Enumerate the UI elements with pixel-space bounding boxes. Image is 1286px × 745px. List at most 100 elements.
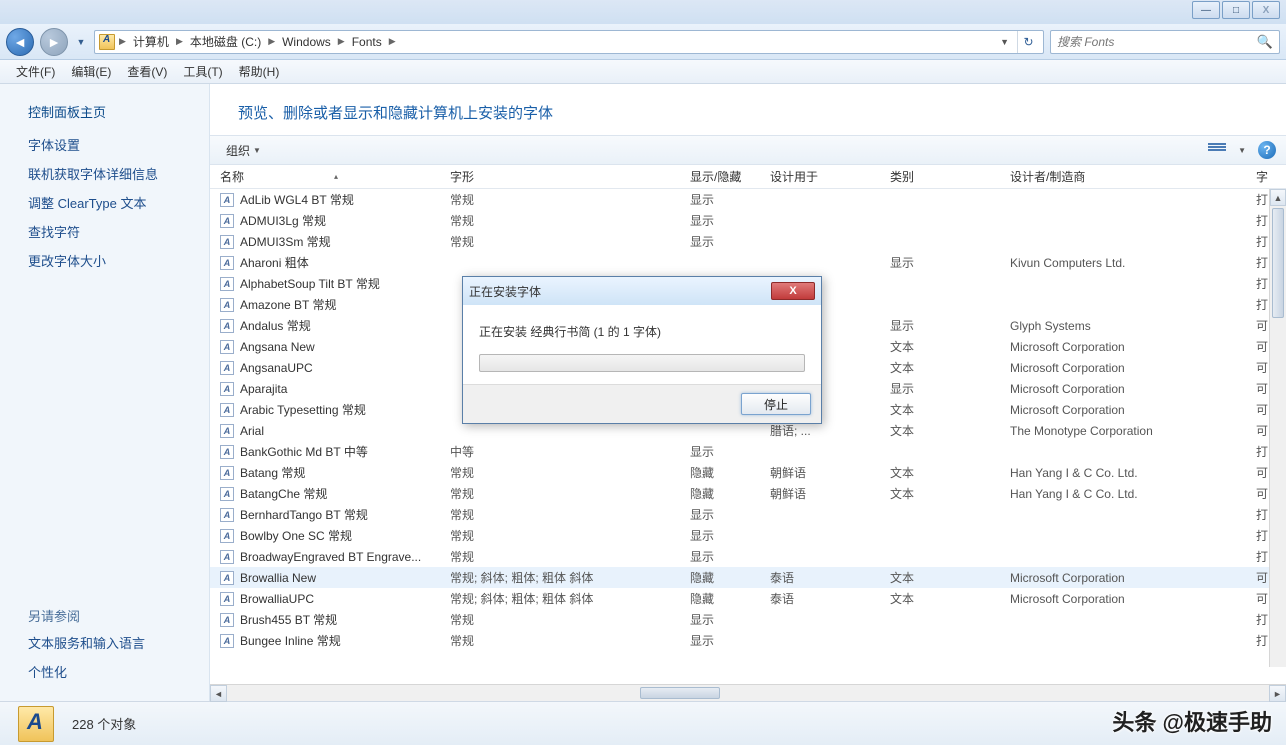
cell-show-hide: 隐藏	[690, 569, 770, 586]
cell-style: 常规	[450, 548, 690, 565]
forward-button[interactable]: ►	[40, 28, 68, 56]
dialog-close-button[interactable]: X	[771, 282, 815, 300]
see-also-heading: 另请参阅	[28, 606, 209, 625]
search-box[interactable]: 🔍	[1050, 30, 1280, 54]
font-row[interactable]: ABatangChe 常规常规隐藏朝鲜语文本Han Yang I & C Co.…	[210, 483, 1286, 504]
address-dropdown[interactable]: ▼	[996, 37, 1013, 47]
breadcrumb[interactable]: 本地磁盘 (C:)	[187, 33, 264, 50]
scroll-up-arrow[interactable]: ▲	[1270, 189, 1286, 206]
cell-designer: Microsoft Corporation	[1010, 361, 1256, 375]
page-title: 预览、删除或者显示和隐藏计算机上安装的字体	[210, 84, 1286, 135]
organize-button[interactable]: 组织▼	[220, 140, 267, 161]
chevron-right-icon[interactable]: ▶	[119, 36, 126, 47]
font-icon: A	[220, 319, 234, 333]
font-row[interactable]: ABatang 常规常规隐藏朝鲜语文本Han Yang I & C Co. Lt…	[210, 462, 1286, 483]
font-name: AngsanaUPC	[240, 361, 313, 375]
help-icon[interactable]: ?	[1258, 141, 1276, 159]
font-row[interactable]: ABrush455 BT 常规常规显示打	[210, 609, 1286, 630]
font-row[interactable]: ABankGothic Md BT 中等中等显示打	[210, 441, 1286, 462]
minimize-button[interactable]: —	[1192, 1, 1220, 19]
cell-show-hide: 显示	[690, 611, 770, 628]
font-icon: A	[220, 298, 234, 312]
column-show-hide[interactable]: 显示/隐藏	[690, 168, 770, 185]
scroll-left-arrow[interactable]: ◄	[210, 685, 227, 702]
column-designer[interactable]: 设计者/制造商	[1010, 168, 1256, 185]
sidebar-link-text-services[interactable]: 文本服务和输入语言	[28, 633, 209, 652]
font-row[interactable]: ABrowalliaUPC常规; 斜体; 粗体; 粗体 斜体隐藏泰语文本Micr…	[210, 588, 1286, 609]
refresh-icon[interactable]: ↻	[1017, 31, 1039, 53]
menu-bar: 文件(F) 编辑(E) 查看(V) 工具(T) 帮助(H)	[0, 60, 1286, 84]
search-input[interactable]	[1057, 35, 1257, 49]
cell-style: 常规; 斜体; 粗体; 粗体 斜体	[450, 569, 690, 586]
back-button[interactable]: ◄	[6, 28, 34, 56]
menu-edit[interactable]: 编辑(E)	[65, 61, 117, 82]
sidebar-link-change-font-size[interactable]: 更改字体大小	[28, 251, 209, 270]
sidebar-link-personalization[interactable]: 个性化	[28, 662, 209, 681]
chevron-right-icon[interactable]: ▶	[338, 36, 345, 47]
breadcrumb[interactable]: Fonts	[349, 35, 385, 49]
vertical-scrollbar[interactable]: ▲	[1269, 189, 1286, 667]
font-row[interactable]: AAdLib WGL4 BT 常规常规显示打	[210, 189, 1286, 210]
font-name: BatangChe 常规	[240, 485, 327, 502]
menu-help[interactable]: 帮助(H)	[233, 61, 286, 82]
font-icon: A	[220, 445, 234, 459]
font-row[interactable]: ABowlby One SC 常规常规显示打	[210, 525, 1286, 546]
dialog-titlebar[interactable]: 正在安装字体 X	[463, 277, 821, 305]
breadcrumb[interactable]: 计算机	[130, 33, 172, 50]
menu-view[interactable]: 查看(V)	[121, 61, 173, 82]
font-row[interactable]: ABungee Inline 常规常规显示打	[210, 630, 1286, 651]
menu-tools[interactable]: 工具(T)	[177, 61, 228, 82]
column-extension[interactable]: 字	[1256, 168, 1286, 185]
cell-style: 常规	[450, 527, 690, 544]
chevron-right-icon[interactable]: ▶	[268, 36, 275, 47]
chevron-down-icon[interactable]: ▼	[1238, 146, 1246, 155]
font-name: ADMUI3Sm 常规	[240, 233, 331, 250]
cell-category: 文本	[890, 401, 1010, 418]
search-icon[interactable]: 🔍	[1257, 34, 1273, 50]
sidebar-link-online-font-info[interactable]: 联机获取字体详细信息	[28, 164, 209, 183]
sidebar-link-cleartype[interactable]: 调整 ClearType 文本	[28, 193, 209, 212]
cell-designed-for: 朝鲜语	[770, 485, 890, 502]
cell-category: 文本	[890, 590, 1010, 607]
font-row[interactable]: ABrowallia New常规; 斜体; 粗体; 粗体 斜体隐藏泰语文本Mic…	[210, 567, 1286, 588]
close-button[interactable]: X	[1252, 1, 1280, 19]
address-bar[interactable]: ▶ 计算机 ▶ 本地磁盘 (C:) ▶ Windows ▶ Fonts ▶ ▼ …	[94, 30, 1044, 54]
font-name: Batang 常规	[240, 464, 305, 481]
font-icon: A	[220, 529, 234, 543]
column-category[interactable]: 类别	[890, 168, 1010, 185]
cell-show-hide: 显示	[690, 443, 770, 460]
cell-category: 显示	[890, 254, 1010, 271]
maximize-button[interactable]: □	[1222, 1, 1250, 19]
font-row[interactable]: AADMUI3Sm 常规常规显示打	[210, 231, 1286, 252]
column-name[interactable]: 名称▴	[220, 168, 450, 185]
sidebar-link-font-settings[interactable]: 字体设置	[28, 135, 209, 154]
cell-category: 文本	[890, 569, 1010, 586]
cell-style: 常规	[450, 464, 690, 481]
history-dropdown[interactable]: ▼	[74, 31, 88, 53]
chevron-right-icon[interactable]: ▶	[176, 36, 183, 47]
font-row[interactable]: ABroadwayEngraved BT Engrave...常规显示打	[210, 546, 1286, 567]
scroll-thumb[interactable]	[640, 687, 720, 699]
horizontal-scrollbar[interactable]: ◄ ►	[210, 684, 1286, 701]
stop-button[interactable]: 停止	[741, 393, 811, 415]
font-name: Aparajita	[240, 382, 287, 396]
cell-category: 文本	[890, 338, 1010, 355]
font-row[interactable]: AAharoni 粗体显示Kivun Computers Ltd.打	[210, 252, 1286, 273]
font-row[interactable]: AADMUI3Lg 常规常规显示打	[210, 210, 1286, 231]
cell-style: 常规	[450, 506, 690, 523]
view-options-button[interactable]	[1208, 143, 1226, 157]
cell-designer: Microsoft Corporation	[1010, 403, 1256, 417]
sidebar-link-find-char[interactable]: 查找字符	[28, 222, 209, 241]
menu-file[interactable]: 文件(F)	[10, 61, 61, 82]
cell-style: 中等	[450, 443, 690, 460]
font-icon: A	[220, 340, 234, 354]
column-style[interactable]: 字形	[450, 168, 690, 185]
font-name: Bungee Inline 常规	[240, 632, 341, 649]
control-panel-home-link[interactable]: 控制面板主页	[28, 102, 209, 121]
font-row[interactable]: ABernhardTango BT 常规常规显示打	[210, 504, 1286, 525]
breadcrumb[interactable]: Windows	[279, 35, 334, 49]
column-designed-for[interactable]: 设计用于	[770, 168, 890, 185]
scroll-right-arrow[interactable]: ►	[1269, 685, 1286, 702]
scroll-thumb[interactable]	[1272, 208, 1284, 318]
chevron-right-icon[interactable]: ▶	[389, 36, 396, 47]
